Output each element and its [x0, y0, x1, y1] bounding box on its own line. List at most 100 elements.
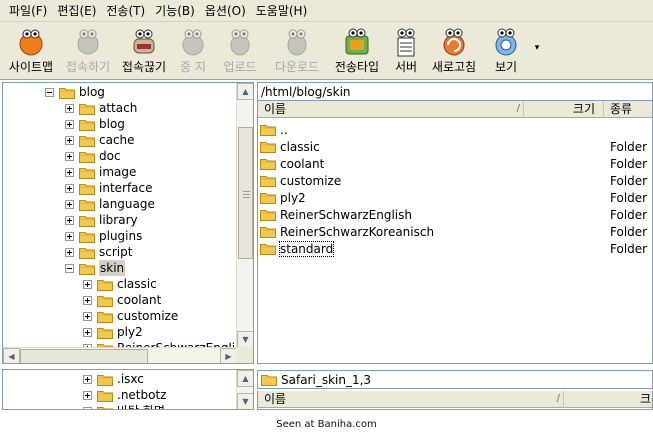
expand-toggle-icon[interactable]	[65, 183, 74, 193]
local-path-bar[interactable]: Safari_skin_1,3	[257, 370, 653, 389]
expand-toggle-icon[interactable]	[83, 327, 92, 337]
toolbar-button-stop[interactable]: 중 지	[172, 22, 214, 80]
toolbar-button-download[interactable]: 다운로드	[266, 22, 328, 80]
scroll-down-button[interactable]: ▼	[237, 331, 253, 348]
tree-item-plugins[interactable]: plugins	[65, 228, 142, 244]
tree-item-language[interactable]: language	[65, 196, 155, 212]
tree-item-script[interactable]: script	[65, 244, 132, 260]
expand-toggle-icon[interactable]	[65, 231, 74, 241]
expand-toggle-icon[interactable]	[65, 215, 74, 225]
expand-toggle-icon[interactable]	[65, 247, 74, 257]
scroll-corner	[236, 347, 253, 363]
expand-toggle-icon[interactable]	[65, 167, 74, 177]
local-column-name[interactable]: 이름 /	[258, 391, 564, 408]
scroll-up-button[interactable]: ▲	[237, 83, 253, 100]
toolbar-button-transfer-type[interactable]: 전송타입	[328, 22, 386, 80]
column-size[interactable]: 크기	[524, 101, 604, 118]
vertical-scrollbar[interactable]: ▲ ▼	[236, 83, 253, 348]
menu-transfer[interactable]: 전송(T)	[101, 0, 150, 22]
menu-file[interactable]: 파일(F)	[4, 0, 52, 22]
scroll-left-button[interactable]: ◀	[3, 348, 20, 363]
local-tree-item[interactable]: .netbotz	[83, 387, 166, 403]
tree-item-ply2[interactable]: ply2	[83, 324, 143, 340]
toolbar-button-disconnect[interactable]: 접속끊기	[116, 22, 172, 80]
remote-file-list[interactable]: 이름 / 크기 종류 .. classic Folder coolant Folder c…	[257, 101, 653, 364]
toolbar-overflow-button[interactable]: ▾	[530, 22, 544, 74]
local-tree-item[interactable]: 바탕 화면	[83, 403, 165, 409]
scroll-thumb[interactable]	[238, 127, 253, 259]
tree-item-coolant[interactable]: coolant	[83, 292, 161, 308]
toolbar-button-view[interactable]: 보기	[482, 22, 530, 80]
menu-edit[interactable]: 편집(E)	[52, 0, 101, 22]
tree-item-root[interactable]: blog	[45, 84, 105, 100]
local-file-list[interactable]: 이름 / 크	[257, 391, 653, 410]
tree-item-label: doc	[99, 149, 121, 163]
transfer-type-icon	[345, 28, 369, 55]
expand-toggle-icon[interactable]	[83, 311, 92, 321]
collapse-toggle-icon[interactable]	[45, 87, 54, 97]
tree-item-customize[interactable]: customize	[83, 308, 178, 324]
tree-item-label: script	[99, 245, 133, 259]
column-name[interactable]: 이름 /	[258, 101, 524, 118]
expand-toggle-icon[interactable]	[83, 374, 92, 384]
scroll-down-button[interactable]: ▼	[237, 393, 253, 409]
expand-toggle-icon[interactable]	[65, 135, 74, 145]
tree-item-label: plugins	[99, 229, 143, 243]
file-row[interactable]: ..	[260, 121, 650, 138]
file-row[interactable]: coolant Folder	[260, 155, 650, 172]
tree-item-skin[interactable]: skin	[65, 260, 126, 276]
file-row[interactable]: ReinerSchwarzEnglish Folder	[260, 206, 650, 223]
tree-item-interface[interactable]: interface	[65, 180, 153, 196]
file-row[interactable]: ply2 Folder	[260, 189, 650, 206]
folder-icon	[79, 215, 95, 227]
toolbar-button-server[interactable]: 서버	[386, 22, 426, 80]
tree-item-blog[interactable]: blog	[65, 116, 125, 132]
horizontal-scrollbar[interactable]: ◀ ▶	[3, 347, 237, 363]
tree-item-classic[interactable]: classic	[83, 276, 157, 292]
file-row[interactable]: classic Folder	[260, 138, 650, 155]
scroll-up-button[interactable]: ▲	[237, 370, 253, 387]
file-type: Folder	[610, 241, 648, 256]
local-folder-tree[interactable]: .isxc.netbotz바탕 화면▲▼	[2, 369, 254, 410]
collapse-toggle-icon[interactable]	[65, 263, 74, 273]
toolbar-button-refresh[interactable]: 새로고침	[426, 22, 482, 80]
toolbar-button-upload[interactable]: 업로드	[214, 22, 266, 80]
vertical-scrollbar[interactable]: ▲ ▼	[236, 370, 253, 409]
local-tree-item[interactable]: .isxc	[83, 371, 144, 387]
tree-item-label: .isxc	[117, 372, 144, 386]
toolbar-button-sitemap[interactable]: 사이트맵	[2, 22, 60, 80]
tree-item-label: language	[99, 197, 155, 211]
file-name: coolant	[280, 156, 325, 171]
tree-item-attach[interactable]: attach	[65, 100, 137, 116]
file-row[interactable]: customize Folder	[260, 172, 650, 189]
expand-toggle-icon[interactable]	[83, 390, 92, 400]
expand-toggle-icon[interactable]	[65, 199, 74, 209]
expand-toggle-icon[interactable]	[65, 119, 74, 129]
tree-item-label: image	[99, 165, 137, 179]
scroll-thumb[interactable]	[20, 349, 148, 363]
folder-icon	[261, 375, 277, 386]
menu-function[interactable]: 기능(B)	[150, 0, 200, 22]
scroll-right-button[interactable]: ▶	[220, 348, 237, 363]
toolbar-button-connect[interactable]: 접속하기	[60, 22, 116, 80]
tree-item-cache[interactable]: cache	[65, 132, 135, 148]
tree-item-doc[interactable]: doc	[65, 148, 121, 164]
file-row[interactable]: standard Folder	[260, 240, 650, 257]
toolbar-button-label: 보기	[494, 60, 518, 74]
menu-help[interactable]: 도움말(H)	[251, 0, 313, 22]
file-row[interactable]: ReinerSchwarzKoreanisch Folder	[260, 223, 650, 240]
tree-item-image[interactable]: image	[65, 164, 136, 180]
remote-folder-tree[interactable]: blog attach blog cache doc image interface lang…	[2, 82, 254, 364]
tree-item-label: skin	[99, 260, 126, 276]
view-icon	[495, 28, 517, 56]
expand-toggle-icon[interactable]	[83, 295, 92, 305]
tree-item-library[interactable]: library	[65, 212, 138, 228]
remote-path-bar[interactable]: /html/blog/skin	[257, 82, 653, 101]
expand-toggle-icon[interactable]	[83, 279, 92, 289]
column-type[interactable]: 종류	[604, 101, 652, 118]
menu-options[interactable]: 옵션(O)	[200, 0, 251, 22]
expand-toggle-icon[interactable]	[65, 103, 74, 113]
expand-toggle-icon[interactable]	[65, 151, 74, 161]
toolbar-button-label: 서버	[394, 60, 418, 74]
local-column-size[interactable]: 크	[564, 391, 652, 408]
